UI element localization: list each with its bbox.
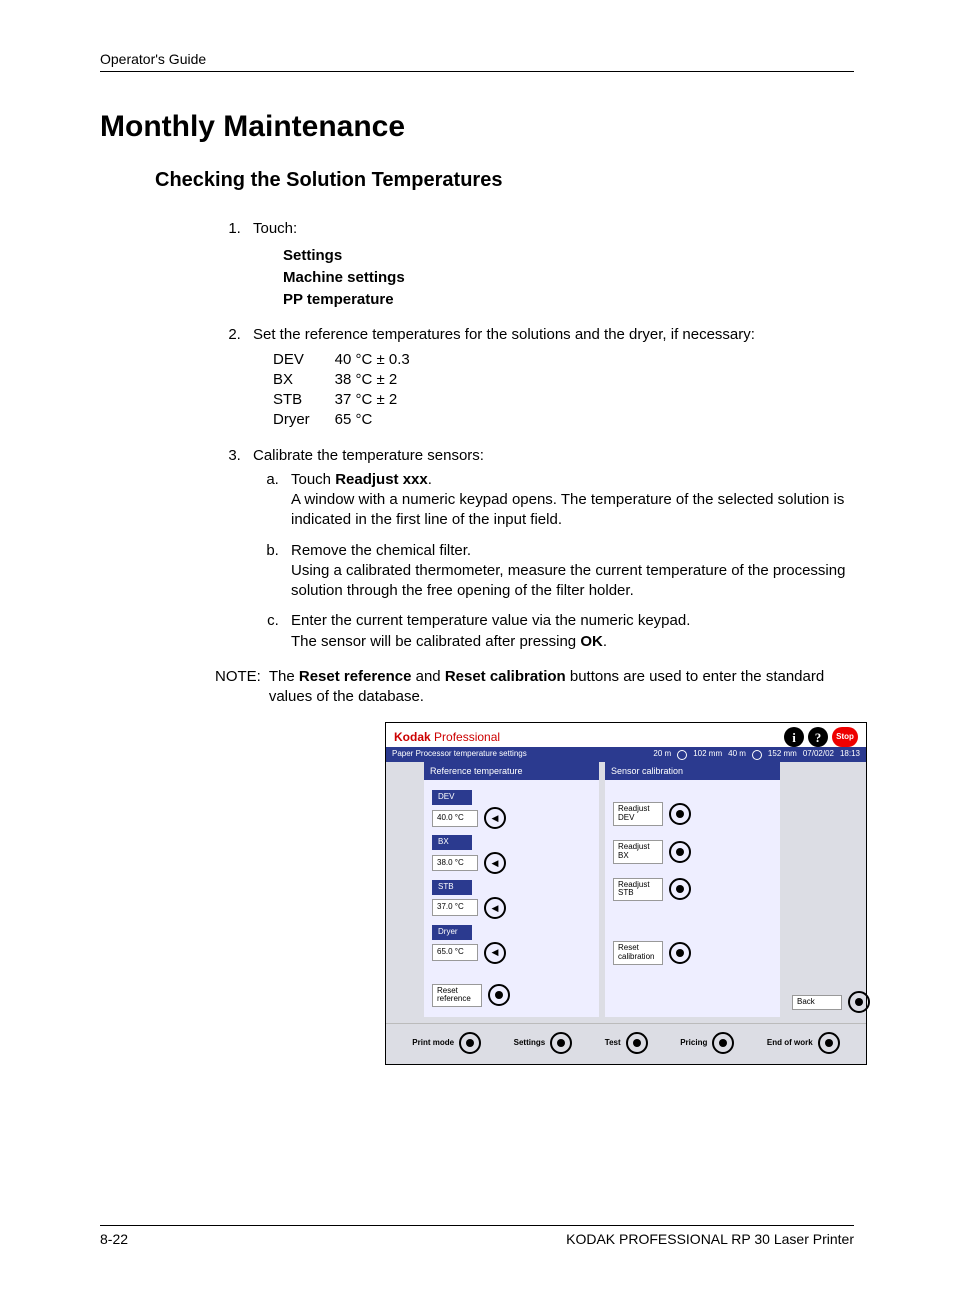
- doc-header: Operator's Guide: [100, 50, 854, 72]
- roll-icon: [752, 750, 762, 760]
- table-row: STB37 °C ± 2: [273, 390, 435, 410]
- dot-icon[interactable]: [626, 1032, 648, 1054]
- ref-value-dev[interactable]: 40.0 °C: [432, 810, 478, 827]
- page-number: 8-22: [100, 1230, 128, 1249]
- stop-button[interactable]: Stop: [832, 727, 858, 747]
- ref-value-bx[interactable]: 38.0 °C: [432, 855, 478, 872]
- note-label: NOTE:: [215, 667, 261, 708]
- ref-label-dev: DEV: [432, 790, 472, 805]
- step-3a: Touch Readjust xxx. A window with a nume…: [283, 470, 854, 531]
- section-title: Checking the Solution Temperatures: [155, 167, 854, 194]
- table-row: DEV40 °C ± 0.3: [273, 350, 435, 370]
- dot-icon[interactable]: [669, 878, 691, 900]
- pricing-button[interactable]: Pricing: [680, 1038, 707, 1049]
- step-3c: Enter the current temperature value via …: [283, 611, 854, 652]
- reset-reference-button[interactable]: Resetreference: [432, 984, 482, 1008]
- touch-item-pp-temperature: PP temperature: [283, 290, 854, 310]
- footer-product: KODAK PROFESSIONAL RP 30 Laser Printer: [566, 1230, 854, 1249]
- note-body: The Reset reference and Reset calibratio…: [269, 667, 854, 708]
- ui-screenshot: Kodak Professional i ? Stop Paper Proces…: [385, 722, 867, 1065]
- dot-icon[interactable]: [459, 1032, 481, 1054]
- step-1-lead: Touch:: [253, 220, 297, 237]
- readjust-stb-button[interactable]: ReadjustSTB: [613, 878, 663, 902]
- info-icon[interactable]: i: [784, 727, 804, 747]
- temperature-table: DEV40 °C ± 0.3 BX38 °C ± 2 STB37 °C ± 2 …: [273, 350, 435, 431]
- dot-icon[interactable]: [669, 803, 691, 825]
- brand: Kodak Professional: [394, 729, 500, 745]
- arrow-left-icon[interactable]: [484, 807, 506, 829]
- ref-value-stb[interactable]: 37.0 °C: [432, 899, 478, 916]
- step-3-lead: Calibrate the temperature sensors:: [253, 447, 484, 464]
- reset-calibration-button[interactable]: Resetcalibration: [613, 941, 663, 965]
- test-button[interactable]: Test: [605, 1038, 621, 1049]
- dot-icon[interactable]: [712, 1032, 734, 1054]
- reference-panel: Reference temperature DEV 40.0 °C BX 38.…: [424, 762, 599, 1017]
- ref-label-bx: BX: [432, 835, 472, 850]
- dot-icon[interactable]: [669, 841, 691, 863]
- arrow-left-icon[interactable]: [484, 852, 506, 874]
- step-2-lead: Set the reference temperatures for the s…: [253, 326, 755, 343]
- ref-label-dryer: Dryer: [432, 925, 472, 940]
- arrow-left-icon[interactable]: [484, 897, 506, 919]
- page-title: Monthly Maintenance: [100, 107, 854, 148]
- ref-value-dryer[interactable]: 65.0 °C: [432, 944, 478, 961]
- back-button[interactable]: Back: [792, 995, 842, 1010]
- step-3b: Remove the chemical filter. Using a cali…: [283, 541, 854, 602]
- end-of-work-button[interactable]: End of work: [767, 1038, 813, 1049]
- ref-label-stb: STB: [432, 880, 472, 895]
- dot-icon[interactable]: [669, 942, 691, 964]
- dot-icon[interactable]: [550, 1032, 572, 1054]
- help-icon[interactable]: ?: [808, 727, 828, 747]
- table-row: BX38 °C ± 2: [273, 370, 435, 390]
- dot-icon[interactable]: [848, 991, 870, 1013]
- page-footer: 8-22 KODAK PROFESSIONAL RP 30 Laser Prin…: [100, 1225, 854, 1249]
- table-row: Dryer65 °C: [273, 410, 435, 430]
- calibration-panel: Sensor calibration ReadjustDEV ReadjustB…: [605, 762, 780, 1017]
- dot-icon[interactable]: [818, 1032, 840, 1054]
- touch-item-machine-settings: Machine settings: [283, 268, 854, 288]
- roll-icon: [677, 750, 687, 760]
- settings-button[interactable]: Settings: [514, 1038, 546, 1049]
- step-3: Calibrate the temperature sensors: Touch…: [245, 446, 854, 652]
- readjust-dev-button[interactable]: ReadjustDEV: [613, 802, 663, 826]
- print-mode-button[interactable]: Print mode: [412, 1038, 454, 1049]
- step-1: Touch: Settings Machine settings PP temp…: [245, 219, 854, 310]
- dot-icon[interactable]: [488, 984, 510, 1006]
- content: Touch: Settings Machine settings PP temp…: [215, 219, 854, 1065]
- bottom-toolbar: Print mode Settings Test Pricing End of …: [386, 1023, 866, 1064]
- status-bar: Paper Processor temperature settings 20 …: [386, 747, 866, 762]
- touch-item-settings: Settings: [283, 246, 854, 266]
- step-2: Set the reference temperatures for the s…: [245, 325, 854, 430]
- note: NOTE: The Reset reference and Reset cali…: [215, 667, 854, 708]
- arrow-left-icon[interactable]: [484, 942, 506, 964]
- reference-panel-header: Reference temperature: [424, 762, 599, 780]
- readjust-bx-button[interactable]: ReadjustBX: [613, 840, 663, 864]
- calibration-panel-header: Sensor calibration: [605, 762, 780, 780]
